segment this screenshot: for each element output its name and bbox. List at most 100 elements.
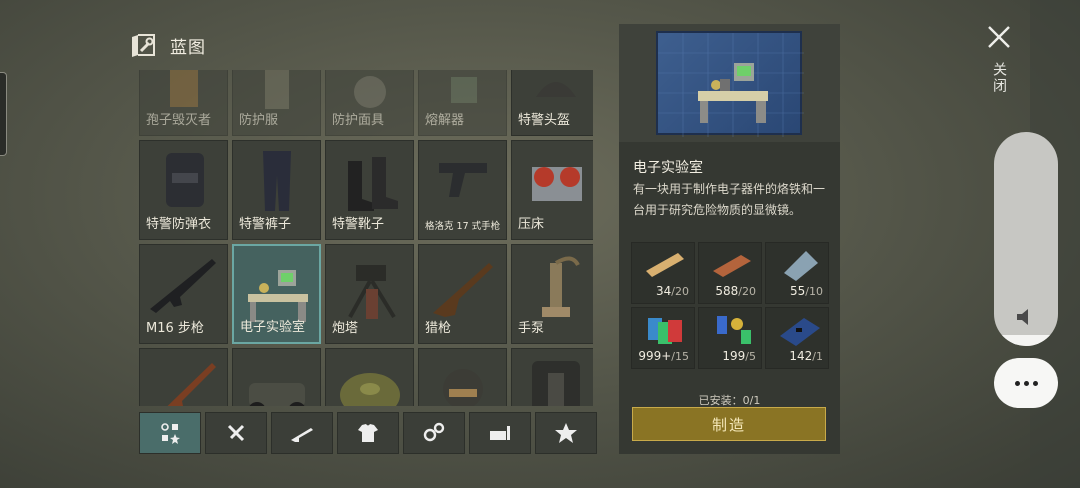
- edge-handle[interactable]: [0, 72, 7, 156]
- blueprint-item-label: M16 步枪: [146, 321, 204, 336]
- blueprint-item-label: 熔解器: [425, 113, 465, 128]
- material-have: 999+: [638, 349, 672, 363]
- blueprint-item-label: 压床: [518, 217, 545, 232]
- page-title: 蓝图: [170, 38, 206, 58]
- blueprint-item[interactable]: 格洛克 17 式手枪: [418, 140, 507, 240]
- tools-icon: [227, 424, 245, 442]
- material-count: 588/20: [715, 284, 756, 298]
- volume-fill: [994, 335, 1058, 346]
- glock-pistol-icon: [439, 163, 487, 197]
- furniture-icon: [490, 426, 510, 440]
- blueprint-item[interactable]: [511, 348, 593, 406]
- blueprint-item[interactable]: M16 步枪: [139, 244, 228, 344]
- material-count: 999+/15: [638, 349, 689, 363]
- plastic-sheets-icon: [648, 318, 682, 344]
- blueprint-grid[interactable]: 孢子毁灭者 防护服 防护面具 熔解器 特警头盔特警防弹衣 特警裤子 特警靴子 格洛克 17 式…: [139, 70, 593, 406]
- material-count: 142/1: [789, 349, 823, 363]
- volume-slider[interactable]: [994, 132, 1058, 346]
- ak-rifle-icon: [167, 363, 216, 406]
- gears-icon: [423, 422, 445, 442]
- tab-favorites[interactable]: [535, 412, 597, 454]
- blueprint-item[interactable]: 防护服: [232, 70, 321, 136]
- star-icon: [555, 423, 577, 443]
- blueprint-item[interactable]: [325, 348, 414, 406]
- rifle-icon: [291, 428, 313, 442]
- blueprint-item[interactable]: 猎枪: [418, 244, 507, 344]
- blueprint-item[interactable]: 电子实验室: [232, 244, 321, 344]
- blueprint-item-label: 手泵: [518, 321, 545, 336]
- electronic-parts-icon: [717, 316, 751, 344]
- more-dot-icon: [1023, 380, 1029, 386]
- press-machine-icon: [532, 167, 582, 201]
- blueprint-item[interactable]: 手泵: [511, 244, 593, 344]
- blueprint-item-label: 防护面具: [332, 113, 385, 128]
- material-slot[interactable]: 999+/15: [631, 307, 695, 369]
- landmine-icon: [340, 373, 400, 406]
- tab-components[interactable]: [403, 412, 465, 454]
- blueprint-item-label: 猎枪: [425, 321, 452, 336]
- item-preview: [619, 24, 840, 142]
- material-slot[interactable]: 142/1: [765, 307, 829, 369]
- tab-clothing[interactable]: [337, 412, 399, 454]
- blueprint-item[interactable]: 熔解器: [418, 70, 507, 136]
- blueprint-item-label: 电子实验室: [240, 320, 306, 335]
- all-categories-icon: [161, 423, 180, 444]
- tab-all[interactable]: [139, 412, 201, 454]
- copper-bar-icon: [713, 255, 751, 277]
- tab-furniture[interactable]: [469, 412, 531, 454]
- material-count: 199/5: [722, 349, 756, 363]
- blueprint-item[interactable]: [139, 348, 228, 406]
- hand-pump-icon: [542, 256, 580, 317]
- blueprint-item-label: 防护服: [239, 113, 279, 128]
- atv-icon: [249, 383, 305, 406]
- material-need: /20: [671, 285, 689, 298]
- blueprint-item-label: 特警裤子: [239, 217, 292, 232]
- material-need: /10: [805, 285, 823, 298]
- blueprint-item-label: 特警靴子: [332, 217, 385, 232]
- blueprint-item[interactable]: 防护面具: [325, 70, 414, 136]
- swat-boots-icon: [348, 157, 398, 211]
- material-have: 142: [789, 349, 813, 363]
- blueprint-item[interactable]: [232, 348, 321, 406]
- installed-count: 已安装：0/1: [698, 394, 761, 407]
- blueprint-item[interactable]: 凯夫拉防弹头: [418, 348, 507, 406]
- craft-button[interactable]: 制造: [632, 407, 826, 441]
- material-need: /5: [745, 350, 756, 363]
- blueprint-item-label: 特警防弹衣: [146, 217, 212, 232]
- material-slot[interactable]: 34/20: [631, 242, 695, 304]
- speaker-icon: [1017, 309, 1028, 325]
- close-label[interactable]: 关闭: [989, 62, 1009, 94]
- blueprint-item-label: 孢子毁灭者: [146, 113, 212, 128]
- blueprint-item[interactable]: 特警头盔: [511, 70, 593, 136]
- blueprint-item[interactable]: 特警靴子: [325, 140, 414, 240]
- blueprint-card: [656, 31, 804, 137]
- item-title: 电子实验室: [633, 160, 703, 176]
- blueprint-item-label: 格洛克 17 式手枪: [425, 221, 501, 232]
- tab-tools[interactable]: [205, 412, 267, 454]
- material-slot[interactable]: 55/10: [765, 242, 829, 304]
- electronics-lab-preview-icon: [658, 33, 804, 137]
- material-need: /20: [738, 285, 756, 298]
- blueprint-item[interactable]: 炮塔: [325, 244, 414, 344]
- more-dot-icon: [1032, 380, 1038, 386]
- kevlar-helmet-icon: [443, 369, 483, 406]
- swat-vest-icon: [166, 153, 204, 207]
- material-slot[interactable]: 588/20: [698, 242, 762, 304]
- tab-weapons[interactable]: [271, 412, 333, 454]
- blueprint-item[interactable]: 特警防弹衣: [139, 140, 228, 240]
- more-button[interactable]: [994, 358, 1058, 408]
- circuit-board-icon: [780, 318, 820, 346]
- blueprint-wrench-icon: [132, 33, 155, 57]
- material-slot[interactable]: 199/5: [698, 307, 762, 369]
- armor-jacket-icon: [532, 361, 580, 406]
- item-description: 有一块用于制作电子器件的烙铁和一台用于研究危险物质的显微镜。: [633, 182, 826, 217]
- blueprint-item[interactable]: 压床: [511, 140, 593, 240]
- close-icon[interactable]: [986, 24, 1012, 50]
- blueprint-item[interactable]: 特警裤子: [232, 140, 321, 240]
- blueprint-item[interactable]: 孢子毁灭者: [139, 70, 228, 136]
- material-have: 55: [790, 284, 806, 298]
- more-dot-icon: [1014, 380, 1020, 386]
- m16-rifle-icon: [150, 259, 216, 313]
- material-need: /15: [671, 350, 689, 363]
- shirt-icon: [358, 424, 378, 442]
